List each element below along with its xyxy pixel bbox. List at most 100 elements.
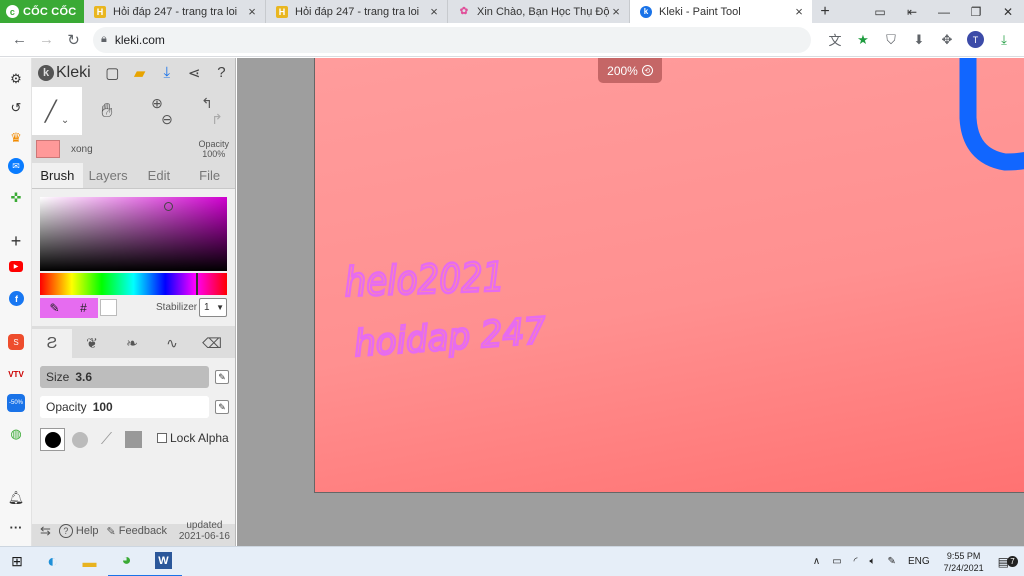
bookmark-star-icon[interactable]: ★ [849, 32, 877, 48]
back-to-app-icon[interactable]: ⇤ [896, 5, 928, 19]
eyedropper-button[interactable]: ✎ [40, 298, 69, 318]
chevron-down-icon[interactable]: ⌄ [61, 115, 69, 126]
tab-close-icon[interactable]: × [245, 4, 259, 19]
zoom-in-icon[interactable]: ⊕ [151, 95, 163, 111]
vtv-icon[interactable]: VTV [6, 364, 26, 384]
crown-icon[interactable]: ♛ [6, 128, 26, 148]
restore-icon[interactable]: ❐ [960, 5, 992, 19]
shopee-icon[interactable]: S [8, 334, 24, 350]
round-tip-button[interactable] [40, 428, 65, 451]
url-input[interactable]: 🔒︎ kleki.com [93, 26, 811, 53]
pen-icon[interactable]: ✎ [888, 556, 896, 567]
messenger-icon[interactable]: ✉ [8, 158, 24, 174]
tab-hoidap-2[interactable]: H Hỏi đáp 247 - trang tra loi × [266, 0, 448, 23]
brush-tool-button[interactable]: ╱ ⌄ [32, 87, 82, 135]
zoom-out-icon[interactable]: ⊖ [161, 111, 173, 127]
eraser-button[interactable]: ⌫ [192, 329, 232, 358]
size-slider[interactable]: Size 3.6 [40, 366, 209, 388]
facebook-icon[interactable]: f [9, 291, 24, 306]
edge-icon[interactable]: ◐ [34, 547, 71, 576]
tab-edit[interactable]: Edit [134, 163, 185, 188]
kleki-logo[interactable]: k Kleki [38, 64, 91, 82]
secondary-color-swatch[interactable] [100, 299, 117, 316]
minimize-icon[interactable]: — [928, 5, 960, 19]
battery-icon[interactable]: ▭ [832, 556, 841, 567]
blend-brush-button[interactable]: ❦ [72, 329, 112, 358]
stabilizer-select[interactable]: 1 ▼ [199, 298, 227, 317]
soft-tip-button[interactable] [67, 428, 92, 451]
chalk-tip-button[interactable]: ⟋ [94, 428, 119, 451]
color-cursor[interactable] [164, 202, 173, 211]
zoom-reset-icon[interactable]: ⟲ [641, 65, 653, 76]
zoom-indicator[interactable]: 200% ⟲ [598, 58, 662, 83]
back-icon[interactable]: ← [6, 31, 33, 48]
tab-brush[interactable]: Brush [32, 163, 83, 188]
clock[interactable]: 9:55 PM 7/24/2021 [944, 550, 984, 574]
coccoc-map-icon[interactable]: ◍ [6, 424, 26, 444]
address-bar: ← → ↻ 🔒︎ kleki.com 文 ★ ⛉ ⬇ ✥ T ⤓ [0, 23, 1024, 57]
word-icon[interactable]: W [145, 547, 182, 576]
file-explorer-icon[interactable]: ▬ [71, 547, 108, 576]
volume-icon[interactable]: 🔈︎ [870, 556, 876, 567]
saturation-value-picker[interactable] [40, 197, 227, 271]
download-icon[interactable]: ⤓ [990, 32, 1018, 48]
open-file-icon[interactable]: ▰ [126, 64, 153, 82]
sketchy-brush-button[interactable]: ❧ [112, 329, 152, 358]
tray-chevron-up-icon[interactable]: ∧ [813, 556, 820, 567]
hue-slider[interactable] [40, 273, 227, 295]
new-tab-button[interactable]: + [812, 0, 838, 23]
profile-avatar[interactable]: T [967, 31, 984, 48]
extensions-icon[interactable]: ✥ [933, 32, 961, 48]
help-button[interactable]: ? Help [58, 524, 99, 538]
feedback-button[interactable]: ✎ Feedback [107, 525, 168, 538]
hand-tool-button[interactable]: ✋︎ [82, 87, 132, 135]
drawing-canvas[interactable]: helo2021 hoidap 247 [314, 58, 1024, 493]
tab-file[interactable]: File [184, 163, 235, 188]
help-circle-icon[interactable]: ? [208, 64, 235, 81]
square-tip-button[interactable] [121, 428, 146, 451]
tab-hoidap-1[interactable]: H Hỏi đáp 247 - trang tra loi × [84, 0, 266, 23]
promo-icon[interactable]: -50% [7, 394, 25, 412]
redo-icon[interactable]: ↱ [211, 111, 223, 127]
hue-handle[interactable] [196, 273, 198, 295]
share-icon[interactable]: ⋖ [180, 64, 207, 82]
lock-alpha-checkbox[interactable]: Lock Alpha [157, 431, 229, 445]
wifi-icon[interactable]: ◜ [854, 556, 858, 567]
tab-close-icon[interactable]: × [609, 4, 623, 19]
download-file-icon[interactable]: ⤓ [153, 64, 180, 81]
tab-close-icon[interactable]: × [427, 4, 441, 19]
youtube-icon[interactable]: ▶ [9, 261, 23, 272]
opacity-edit-icon[interactable]: ✎ [215, 400, 229, 414]
add-shortcut-icon[interactable]: + [6, 231, 26, 251]
tab-xin-chao[interactable]: ✿ Xin Chào, Bạn Học Thụ Động × [448, 0, 630, 23]
notification-bell-icon[interactable]: 🔔︎ [6, 488, 26, 508]
translate-icon[interactable]: 文 [821, 30, 849, 49]
new-file-icon[interactable]: ▢ [99, 64, 126, 82]
history-icon[interactable]: ↺ [6, 98, 26, 118]
hex-input-button[interactable]: # [69, 298, 98, 318]
screenshot-icon[interactable]: ▭ [864, 5, 896, 19]
windows-start-icon[interactable]: ⊞ [0, 547, 34, 576]
layer-preview[interactable]: xong Opacity 100% [32, 135, 235, 163]
more-icon[interactable]: ··· [6, 517, 26, 537]
forward-icon[interactable]: → [33, 31, 60, 48]
language-indicator[interactable]: ENG [908, 556, 930, 567]
pixel-brush-button[interactable]: ∿ [152, 329, 192, 358]
shield-icon[interactable]: ⛉ [877, 32, 905, 48]
game-controller-icon[interactable]: ✜ [6, 188, 26, 208]
canvas-workspace[interactable]: helo2021 hoidap 247 200% ⟲ [237, 58, 1024, 546]
undo-icon[interactable]: ↰ [201, 95, 213, 111]
settings-gear-icon[interactable]: ⚙ [6, 69, 26, 89]
pen-brush-button[interactable]: Ƨ [32, 329, 72, 358]
tab-close-icon[interactable]: × [792, 4, 806, 19]
close-window-icon[interactable]: ✕ [992, 5, 1024, 19]
tab-kleki[interactable]: k Kleki - Paint Tool × [630, 0, 812, 23]
reload-icon[interactable]: ↻ [60, 31, 87, 49]
opacity-slider[interactable]: Opacity 100 [40, 396, 209, 418]
save-page-icon[interactable]: ⬇ [905, 32, 933, 48]
size-edit-icon[interactable]: ✎ [215, 370, 229, 384]
swap-panel-icon[interactable]: ⇆ [40, 523, 51, 539]
coccoc-taskbar-icon[interactable]: ◕ [108, 547, 145, 576]
coccoc-logo[interactable]: c CỐC CỐC [0, 0, 84, 23]
tab-layers[interactable]: Layers [83, 163, 134, 188]
